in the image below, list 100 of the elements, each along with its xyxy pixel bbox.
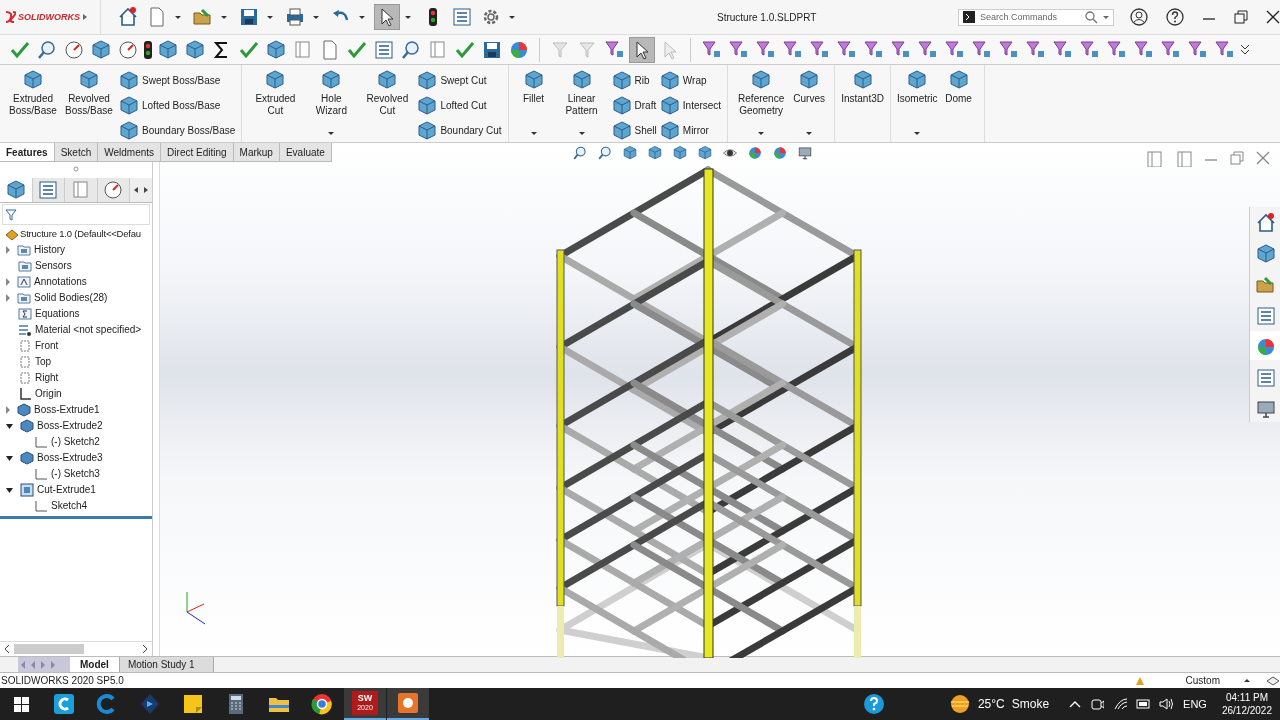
measure-icon[interactable] [36, 38, 58, 61]
tree-item[interactable]: Material <not specified> [35, 323, 142, 337]
section-view-icon[interactable] [647, 145, 663, 161]
expand-arrow-icon[interactable] [6, 406, 10, 414]
tree-item[interactable]: (-) Sketch3 [51, 467, 100, 481]
command-button[interactable]: Boundary Cut [416, 119, 502, 141]
cube-icon[interactable] [90, 38, 112, 61]
command-button[interactable]: Lofted Boss/Base [118, 94, 236, 116]
command-button[interactable]: Lofted Cut [416, 94, 502, 116]
chevron-icon[interactable] [1240, 44, 1250, 55]
caret-icon[interactable] [359, 15, 365, 19]
language-indicator[interactable]: ENG [1183, 698, 1207, 710]
tree-item[interactable]: Annotations [34, 275, 87, 289]
expand-arrow-icon[interactable] [82, 13, 88, 21]
tree-item[interactable]: Equations [35, 307, 80, 321]
gauge-icon[interactable] [117, 38, 139, 61]
traffic-light-icon[interactable] [144, 38, 152, 61]
tree-item[interactable]: Sketch4 [51, 499, 88, 513]
caret-icon[interactable] [1103, 15, 1109, 19]
tree-item[interactable]: Right [35, 371, 59, 385]
tree-item[interactable]: History [34, 243, 66, 257]
tree-item[interactable]: Origin [35, 387, 62, 401]
command-button[interactable]: Swept Boss/Base [118, 69, 236, 91]
caret-icon[interactable] [313, 15, 319, 19]
command-button[interactable]: Shell [610, 119, 657, 141]
caret-icon[interactable] [405, 15, 411, 19]
cube-icon[interactable] [265, 38, 287, 61]
zoom-icon[interactable] [400, 38, 422, 61]
clock[interactable]: 04:11 PM 26/12/2022 [1221, 691, 1272, 717]
search-field[interactable]: Search Commands [958, 8, 1114, 26]
command-button[interactable]: Instant3D [841, 69, 884, 141]
property-list-tab[interactable] [32, 178, 65, 202]
tree-item[interactable]: (-) Sketch2 [51, 435, 100, 449]
monitor-icon[interactable] [797, 145, 813, 161]
gauge-icon[interactable] [63, 38, 85, 61]
tab[interactable]: Evaluate [279, 143, 332, 161]
caret-icon[interactable] [175, 15, 181, 19]
battery-icon[interactable] [1136, 697, 1151, 711]
right-arrow-icon[interactable] [143, 186, 149, 194]
restore-icon[interactable] [1234, 10, 1248, 24]
tree-item[interactable]: Cut-Extrude1 [37, 483, 96, 497]
units-selector[interactable]: Custom [1185, 675, 1220, 686]
dimension-tab[interactable] [97, 178, 130, 202]
left-arrow-icon[interactable] [133, 186, 139, 194]
tab[interactable]: Sketch [54, 143, 99, 161]
expand-arrow-icon[interactable] [6, 294, 10, 302]
help-icon[interactable] [1166, 8, 1184, 26]
command-button[interactable]: Isometric [896, 69, 938, 141]
cube-icon[interactable] [157, 38, 179, 61]
wifi-icon[interactable] [1113, 697, 1128, 711]
camera-icon[interactable] [1090, 697, 1105, 711]
close-icon[interactable] [1266, 10, 1280, 24]
command-button[interactable]: Mirror [658, 119, 722, 141]
command-button[interactable]: Swept Cut [416, 69, 502, 91]
tree-item[interactable]: Boss-Extrude3 [37, 451, 103, 465]
caret-icon[interactable] [509, 15, 515, 19]
collapse-arrow-icon[interactable] [6, 423, 13, 429]
tab[interactable]: Direct Editing [161, 143, 234, 161]
caret-icon[interactable] [1244, 679, 1250, 682]
tab[interactable]: Features [0, 143, 55, 161]
select-button[interactable] [629, 36, 655, 63]
command-button[interactable]: Linear Pattern [554, 69, 609, 141]
chevron-up-icon[interactable] [1069, 699, 1082, 709]
speaker-icon[interactable] [1159, 697, 1175, 711]
tree-item[interactable]: Boss-Extrude2 [37, 419, 103, 433]
taskbar-app[interactable] [387, 688, 429, 720]
collapse-arrow-icon[interactable] [6, 455, 13, 461]
tab[interactable]: Motion Study 1 [119, 657, 214, 672]
command-button[interactable]: Intersect [658, 94, 722, 116]
tab[interactable]: Model [70, 657, 120, 672]
cursor-button[interactable] [374, 4, 400, 30]
tree-item[interactable]: Solid Bodies(28) [34, 291, 108, 305]
collapse-arrow-icon[interactable] [6, 487, 13, 493]
grip-icon[interactable] [73, 166, 79, 172]
appearances-tab[interactable] [1250, 331, 1280, 360]
tree-item[interactable]: Boss-Extrude1 [34, 403, 100, 417]
command-button[interactable]: Hole Wizard [304, 69, 359, 141]
tab[interactable]: Markup [233, 143, 280, 161]
previous-view-icon[interactable] [622, 145, 638, 161]
command-button[interactable]: Extruded Boss/Base [6, 69, 60, 141]
tree-item[interactable]: Front [35, 339, 59, 353]
command-button[interactable]: Revolved Boss/Base [62, 69, 116, 141]
user-icon[interactable] [1130, 8, 1148, 26]
command-button[interactable]: Rib [610, 69, 657, 91]
command-button[interactable]: Wrap [658, 69, 722, 91]
caret-icon[interactable] [267, 15, 273, 19]
view-orientation-icon[interactable] [672, 145, 688, 161]
command-button[interactable]: Boundary Boss/Base [118, 119, 236, 141]
command-button[interactable]: Reference Geometry [734, 69, 789, 141]
cube-icon[interactable] [184, 38, 206, 61]
tree-item[interactable]: Sensors [35, 259, 72, 273]
filter-field[interactable] [2, 204, 150, 225]
command-button[interactable]: Extruded Cut [248, 69, 303, 141]
expand-arrow-icon[interactable] [6, 246, 10, 254]
weather-widget[interactable]: 25°C Smoke [948, 693, 1050, 715]
scrollbar-thumb[interactable] [14, 644, 84, 654]
tree-item[interactable]: Top [35, 355, 52, 369]
command-button[interactable]: Fillet [514, 69, 553, 141]
help-icon[interactable] [862, 693, 885, 715]
command-button[interactable]: Curves [790, 69, 829, 141]
